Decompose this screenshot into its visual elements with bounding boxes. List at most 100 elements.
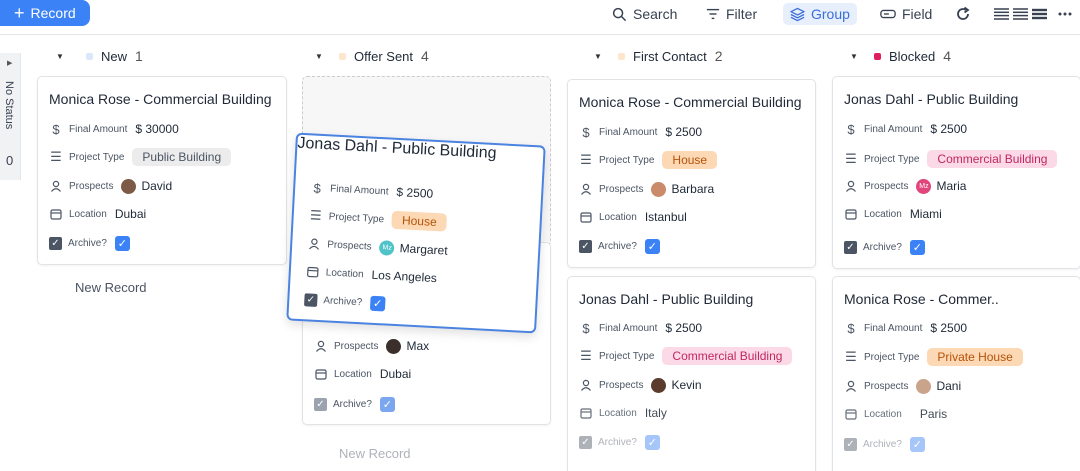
add-record-button[interactable]: + Record [0, 0, 90, 26]
column-count: 4 [943, 48, 952, 64]
collapse-caret-icon[interactable]: ▼ [56, 52, 86, 61]
avatar [121, 178, 137, 194]
person-icon [844, 379, 858, 393]
search-button[interactable]: Search [612, 3, 677, 25]
status-color-dot [874, 52, 881, 60]
archive-checkbox[interactable]: ✓ [644, 238, 660, 254]
dollar-icon: $ [52, 121, 60, 137]
project-type-tag: Private House [927, 348, 1023, 366]
calendar-icon [305, 264, 320, 279]
column-header-offer-sent[interactable]: ▼ Offer Sent 4 [315, 47, 429, 65]
dollar-icon: $ [847, 121, 855, 137]
new-record-link[interactable]: New Record [75, 280, 147, 295]
column-header-first-contact[interactable]: ▼ First Contact 2 [594, 47, 722, 65]
field-final-amount: $ Final Amount $ 2500 [844, 318, 967, 338]
expand-arrow-icon[interactable]: ▶ [7, 59, 12, 67]
dollar-icon: $ [313, 180, 322, 196]
prospect-name[interactable]: Barbara [671, 182, 714, 196]
refresh-button[interactable] [955, 3, 971, 25]
prospect-name[interactable]: Dani [936, 379, 961, 393]
field-label: Final Amount [329, 182, 389, 197]
column-header-blocked[interactable]: ▼ Blocked 4 [850, 47, 951, 65]
checkbox-icon: ✓ [304, 292, 318, 307]
field-archive: ✓ Archive? ✓ [49, 233, 130, 253]
toolbar: + Record Search Filter Group Field [0, 0, 1080, 35]
checkbox-icon: ✓ [314, 397, 327, 411]
list-icon: ☰ [580, 152, 592, 167]
field-project-type: ☰ Project Type Commercial Building [844, 149, 1058, 169]
status-color-dot [86, 52, 93, 60]
record-card[interactable]: Monica Rose - Commercial Building $ Fina… [37, 76, 287, 265]
field-label: Location [69, 208, 107, 220]
checkbox-icon: ✓ [49, 236, 62, 250]
prospect-name[interactable]: Max [406, 339, 429, 353]
field-label: Prospects [864, 180, 909, 192]
field-value: Dubai [379, 367, 412, 381]
field-project-type: ☰ Project Type Commercial Building [579, 346, 793, 366]
field-prospects: Prospects Max [314, 336, 429, 356]
filter-button[interactable]: Filter [706, 3, 757, 25]
list-icon: ☰ [309, 207, 323, 224]
column-count: 4 [421, 48, 429, 64]
archive-checkbox[interactable]: ✓ [909, 436, 925, 452]
new-record-link[interactable]: New Record [339, 446, 411, 461]
field-label: Field [902, 6, 933, 22]
prospect-name[interactable]: Maria [936, 179, 966, 193]
plus-icon: + [14, 3, 25, 23]
field-label: Location [599, 211, 637, 223]
calendar-icon [844, 407, 858, 421]
collapse-caret-icon[interactable]: ▼ [850, 52, 874, 61]
project-type-tag: House [391, 210, 448, 232]
field-prospects: Prospects Kevin [579, 375, 702, 395]
prospect-name[interactable]: Margaret [399, 241, 448, 257]
layers-icon [790, 7, 805, 21]
record-card[interactable]: Monica Rose - Commercial Building $ Fina… [567, 79, 816, 268]
archive-checkbox[interactable]: ✓ [369, 295, 386, 311]
record-card[interactable]: Jonas Dahl - Public Building $ Final Amo… [567, 276, 816, 471]
field-button[interactable]: Field [880, 3, 932, 25]
field-final-amount: $ Final Amount $ 2500 [579, 318, 702, 338]
dragging-record-card[interactable]: Jonas Dahl - Public Building $ Final Amo… [286, 132, 546, 334]
column-header-new[interactable]: ▼ New 1 [56, 47, 143, 65]
project-type-tag: Public Building [132, 148, 232, 166]
record-card[interactable]: Jonas Dahl - Public Building $ Final Amo… [832, 76, 1080, 269]
record-card[interactable]: Monica Rose - Commer.. $ Final Amount $ … [832, 276, 1080, 471]
field-project-type: ☰ Project Type Private House [844, 347, 1023, 367]
calendar-icon [844, 207, 858, 221]
field-label: Archive? [598, 436, 637, 448]
archive-checkbox[interactable]: ✓ [379, 396, 395, 412]
field-label: Prospects [334, 340, 379, 352]
filter-icon [706, 8, 720, 20]
no-status-label: No Status [3, 81, 15, 130]
archive-checkbox[interactable]: ✓ [909, 239, 925, 255]
collapse-caret-icon[interactable]: ▼ [315, 52, 339, 61]
list-icon: ☰ [845, 349, 857, 364]
field-label: Prospects [326, 238, 372, 253]
no-status-count: 0 [6, 153, 14, 168]
field-label: Project Type [864, 153, 920, 165]
list-icon: ☰ [50, 149, 62, 164]
person-icon [307, 236, 322, 251]
field-archive: ✓ Archive? ✓ [304, 289, 386, 313]
field-value: Dubai [114, 207, 147, 221]
field-location: Location Dubai [314, 364, 411, 384]
archive-checkbox[interactable]: ✓ [114, 235, 130, 251]
field-label: Project Type [599, 154, 655, 166]
field-label: Final Amount [599, 126, 658, 138]
prospect-name[interactable]: David [141, 179, 172, 193]
field-prospects: Prospects David [49, 176, 172, 196]
field-label: Location [325, 266, 364, 280]
row-density-toggle[interactable] [994, 3, 1047, 25]
field-label: Location [864, 208, 902, 220]
column-title: Blocked [889, 48, 936, 64]
field-archive: ✓ Archive? ✓ [314, 394, 395, 414]
more-options-button[interactable] [1058, 3, 1072, 25]
field-archive: ✓ Archive? ✓ [579, 432, 660, 452]
prospect-name[interactable]: Kevin [671, 378, 701, 392]
field-label: Archive? [863, 438, 902, 450]
avatar [386, 338, 402, 354]
collapse-caret-icon[interactable]: ▼ [594, 52, 618, 61]
group-button[interactable]: Group [783, 3, 857, 25]
no-status-column-collapsed[interactable]: ▶ No Status 0 [0, 53, 21, 180]
archive-checkbox[interactable]: ✓ [644, 434, 660, 450]
